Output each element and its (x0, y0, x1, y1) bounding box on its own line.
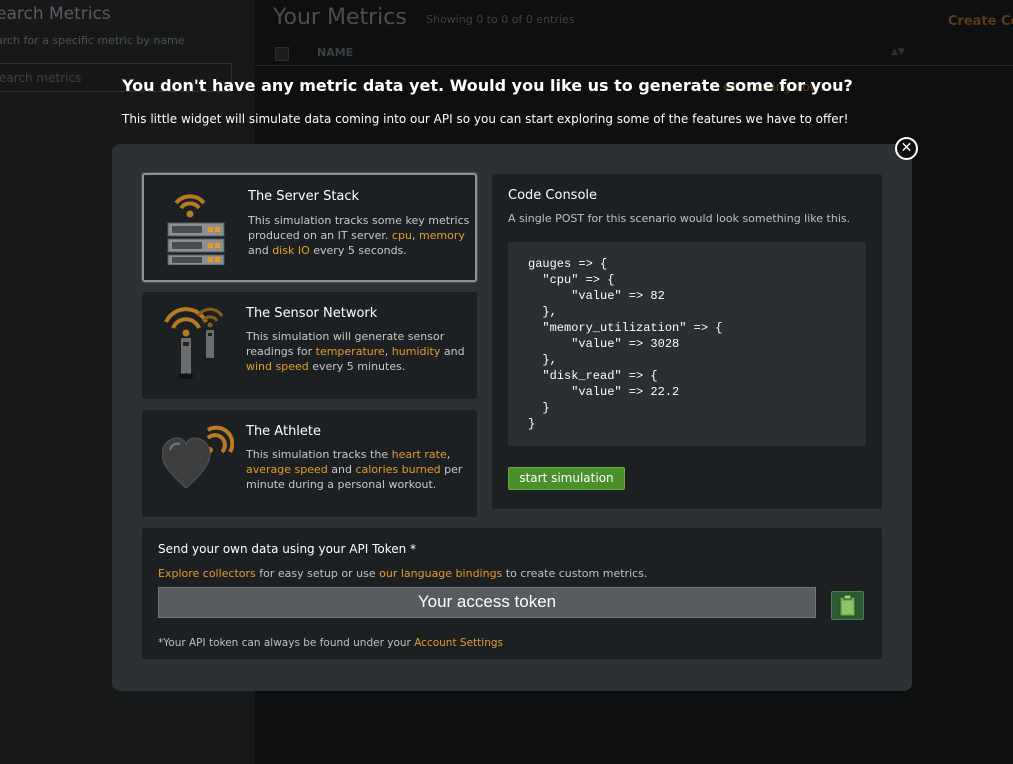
scenario-title: The Server Stack (248, 189, 360, 204)
console-subtitle: A single POST for this scenario would lo… (508, 212, 851, 225)
close-icon[interactable]: ✕ (895, 137, 918, 160)
headline: You don't have any metric data yet. Woul… (122, 76, 853, 95)
scenario-description: This simulation tracks some key metrics … (248, 214, 470, 257)
account-settings-link[interactable]: Account Settings (414, 637, 503, 649)
subheadline: This little widget will simulate data co… (122, 112, 849, 126)
language-bindings-link[interactable]: our language bindings (379, 567, 502, 580)
scenario-description: This simulation tracks the heart rate, a… (246, 448, 463, 491)
scenario-card-athlete[interactable]: The Athlete This simulation tracks the h… (142, 410, 477, 517)
explore-collectors-link[interactable]: Explore collectors (158, 567, 256, 580)
api-token-panel: Send your own data using your API Token … (142, 528, 882, 659)
code-console: Code Console A single POST for this scen… (492, 174, 882, 509)
table-header: NAME ▲▼ (255, 40, 1013, 66)
api-description: Explore collectors for easy setup or use… (158, 567, 648, 580)
sort-icon[interactable]: ▲▼ (891, 47, 905, 57)
scenario-title: The Athlete (246, 424, 322, 439)
scenario-card-server-stack[interactable]: The Server Stack This simulation tracks … (142, 173, 477, 282)
api-footnote: *Your API token can always be found unde… (158, 637, 503, 649)
select-all-checkbox[interactable] (275, 47, 289, 61)
sensor-network-icon (162, 302, 226, 386)
scenario-description: This simulation will generate sensor rea… (246, 330, 465, 373)
server-stack-icon (164, 185, 226, 269)
sidebar-subtitle: arch for a specific metric by name (0, 34, 185, 47)
scenario-title: The Sensor Network (246, 306, 378, 321)
create-button[interactable]: Create Com (948, 14, 1013, 29)
api-title: Send your own data using your API Token … (158, 542, 417, 556)
start-simulation-button[interactable]: start simulation (508, 467, 625, 490)
clipboard-icon[interactable] (831, 591, 864, 620)
heart-signal-icon (161, 424, 235, 498)
code-sample: gauges => { "cpu" => { "value" => 82 }, … (508, 242, 866, 446)
scenario-card-sensor-network[interactable]: The Sensor Network This simulation will … (142, 292, 477, 399)
entries-info: Showing 0 to 0 of 0 entries (426, 13, 575, 26)
api-token-field[interactable]: Your access token (158, 587, 816, 618)
console-title: Code Console (508, 188, 598, 203)
column-name[interactable]: NAME (317, 46, 353, 59)
sidebar-title: earch Metrics (0, 4, 111, 24)
page-title: Your Metrics (273, 5, 407, 30)
